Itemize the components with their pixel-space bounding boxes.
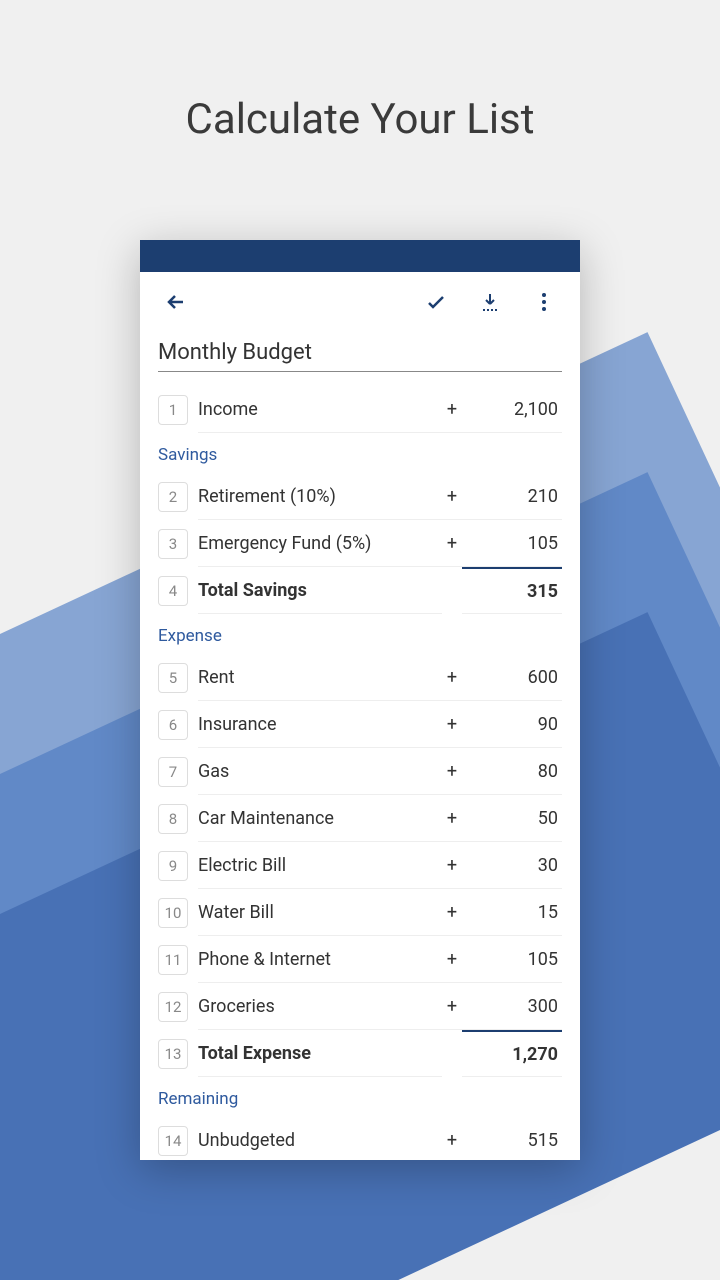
- list-row[interactable]: 7 Gas+80: [158, 748, 562, 795]
- page-heading: Calculate Your List: [0, 95, 720, 144]
- list-row[interactable]: 6 Insurance+90: [158, 701, 562, 748]
- sheet-content: Monthly Budget 1Income+2,100Savings2Reti…: [140, 332, 580, 1160]
- section-header: Remaining: [158, 1077, 562, 1117]
- row-number: 1: [158, 395, 188, 425]
- row-operator: +: [442, 889, 462, 936]
- row-number: 7: [158, 757, 188, 787]
- row-number: 10: [158, 898, 188, 928]
- row-value: 600: [462, 654, 562, 701]
- more-button[interactable]: [524, 282, 564, 322]
- row-operator: +: [442, 983, 462, 1030]
- row-value: 80: [462, 748, 562, 795]
- sheet-title[interactable]: Monthly Budget: [158, 332, 562, 372]
- row-value: 50: [462, 795, 562, 842]
- row-label: Unbudgeted: [198, 1117, 442, 1160]
- row-number: 6: [158, 710, 188, 740]
- row-value: 210: [462, 473, 562, 520]
- row-operator: +: [442, 520, 462, 567]
- arrow-left-icon: [164, 290, 188, 314]
- row-label: Total Savings: [198, 567, 442, 614]
- row-number: 3: [158, 529, 188, 559]
- row-number: 8: [158, 804, 188, 834]
- check-icon: [424, 290, 448, 314]
- row-number: 13: [158, 1039, 188, 1069]
- row-label: Total Expense: [198, 1030, 442, 1077]
- row-value: 105: [462, 936, 562, 983]
- row-number: 14: [158, 1126, 188, 1156]
- list-row[interactable]: 10 Water Bill+15: [158, 889, 562, 936]
- row-label: Emergency Fund (5%): [198, 520, 442, 567]
- download-button[interactable]: [470, 282, 510, 322]
- list-row[interactable]: 1 Income+2,100: [158, 386, 562, 433]
- row-value: 515: [462, 1117, 562, 1160]
- row-label: Phone & Internet: [198, 936, 442, 983]
- row-label: Water Bill: [198, 889, 442, 936]
- row-label: Rent: [198, 654, 442, 701]
- list-row[interactable]: 5 Rent+600: [158, 654, 562, 701]
- row-operator: +: [442, 701, 462, 748]
- row-value: 300: [462, 983, 562, 1030]
- row-number: 11: [158, 945, 188, 975]
- row-label: Income: [198, 386, 442, 433]
- list-row[interactable]: 11 Phone & Internet+105: [158, 936, 562, 983]
- row-label: Gas: [198, 748, 442, 795]
- more-vert-icon: [532, 290, 556, 314]
- list-row[interactable]: 2 Retirement (10%)+210: [158, 473, 562, 520]
- phone-frame: Monthly Budget 1Income+2,100Savings2Reti…: [140, 240, 580, 1160]
- row-operator: +: [442, 473, 462, 520]
- row-value: 105: [462, 520, 562, 567]
- row-operator: +: [442, 748, 462, 795]
- row-operator: +: [442, 654, 462, 701]
- row-value: 15: [462, 889, 562, 936]
- row-label: Groceries: [198, 983, 442, 1030]
- row-value: 315: [462, 567, 562, 614]
- section-header: Savings: [158, 433, 562, 473]
- row-value: 30: [462, 842, 562, 889]
- row-value: 1,270: [462, 1030, 562, 1077]
- row-number: 2: [158, 482, 188, 512]
- row-value: 2,100: [462, 386, 562, 433]
- row-number: 5: [158, 663, 188, 693]
- row-number: 4: [158, 576, 188, 606]
- list-row[interactable]: 9 Electric Bill+30: [158, 842, 562, 889]
- row-number: 9: [158, 851, 188, 881]
- section-header: Expense: [158, 614, 562, 654]
- back-button[interactable]: [156, 282, 196, 322]
- row-operator: +: [442, 842, 462, 889]
- list-row[interactable]: 12 Groceries+300: [158, 983, 562, 1030]
- row-operator: +: [442, 936, 462, 983]
- row-label: Retirement (10%): [198, 473, 442, 520]
- row-number: 12: [158, 992, 188, 1022]
- toolbar: [140, 272, 580, 332]
- confirm-button[interactable]: [416, 282, 456, 322]
- list-row[interactable]: 13Total Expense+1,270: [158, 1030, 562, 1077]
- list-row[interactable]: 14 Unbudgeted+515: [158, 1117, 562, 1160]
- list-row[interactable]: 8 Car Maintenance+50: [158, 795, 562, 842]
- row-label: Car Maintenance: [198, 795, 442, 842]
- row-label: Electric Bill: [198, 842, 442, 889]
- row-label: Insurance: [198, 701, 442, 748]
- list-row[interactable]: 3 Emergency Fund (5%)+105: [158, 520, 562, 567]
- row-operator: +: [442, 1117, 462, 1160]
- download-icon: [478, 290, 502, 314]
- status-bar: [140, 240, 580, 272]
- row-operator: +: [442, 386, 462, 433]
- list-row[interactable]: 4Total Savings+315: [158, 567, 562, 614]
- row-operator: +: [442, 795, 462, 842]
- row-value: 90: [462, 701, 562, 748]
